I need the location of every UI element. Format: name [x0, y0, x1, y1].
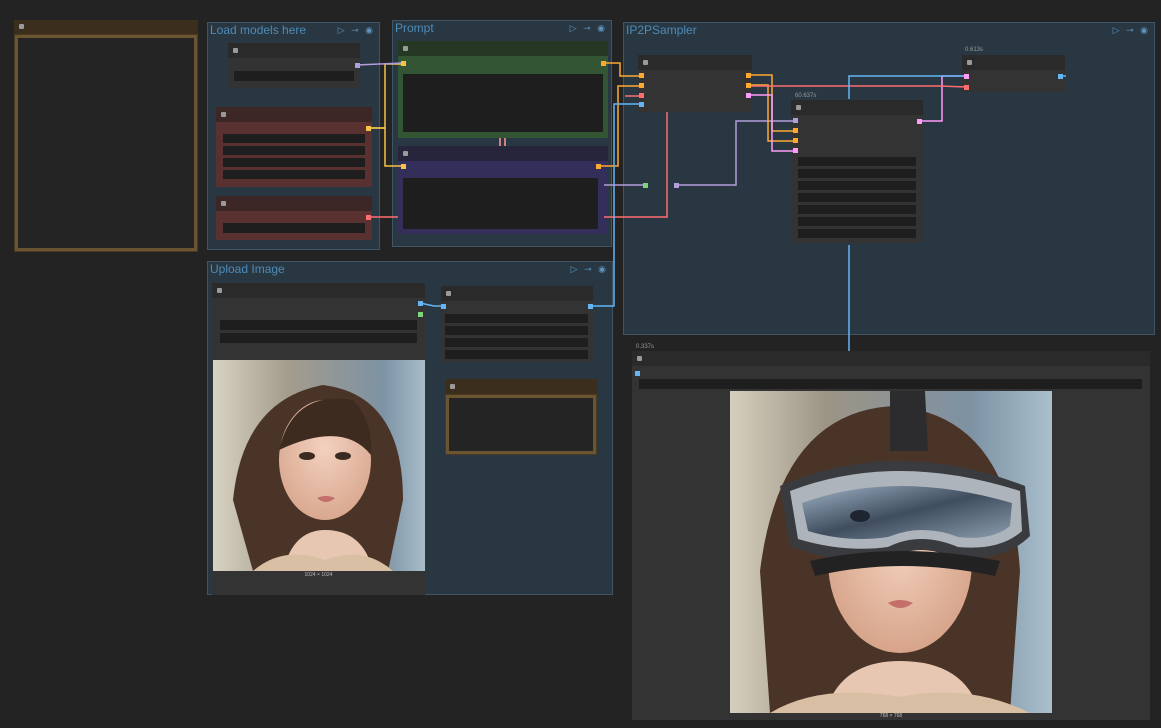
node-header[interactable] — [398, 146, 608, 161]
clip-loader-node[interactable] — [216, 107, 372, 187]
group-controls-icons[interactable]: ▷ ⊸ ◉ — [338, 25, 375, 35]
group-controls-icons[interactable]: ▷ ⊸ ◉ — [1113, 25, 1150, 35]
input-image-size-caption: 1024 × 1024 — [304, 572, 333, 578]
save-node-timing: 0.613s — [965, 47, 984, 53]
denoise-widget[interactable] — [798, 229, 916, 238]
group-title-ip2p-sampler: IP2PSampler — [626, 23, 697, 37]
negative-prompt-textarea[interactable] — [403, 178, 598, 229]
note-node[interactable] — [14, 20, 198, 252]
node-header[interactable] — [216, 107, 372, 122]
vae-loader-node[interactable] — [216, 196, 372, 240]
seed-widget[interactable] — [798, 157, 916, 166]
collapse-dot-icon[interactable] — [217, 288, 222, 293]
group-title-upload-image: Upload Image — [210, 262, 285, 276]
clip-widget-2[interactable] — [223, 146, 365, 155]
control-after-generate-widget[interactable] — [798, 169, 916, 178]
collapse-dot-icon[interactable] — [403, 151, 408, 156]
node-header[interactable] — [216, 196, 372, 211]
collapse-dot-icon[interactable] — [796, 105, 801, 110]
collapse-dot-icon[interactable] — [637, 356, 642, 361]
node-header[interactable] — [228, 43, 360, 58]
note-node-header[interactable] — [14, 20, 198, 34]
collapse-dot-icon[interactable] — [221, 112, 226, 117]
filename-prefix-widget[interactable] — [639, 379, 1142, 389]
output-image-size-caption: 768 × 768 — [879, 713, 903, 719]
sampler-node-timing: 60.637s — [795, 93, 817, 99]
checkpoint-name-widget[interactable] — [234, 71, 354, 81]
group-title-load-models: Load models here — [210, 23, 307, 37]
node-header[interactable] — [441, 286, 593, 301]
negative-prompt-node[interactable] — [398, 146, 608, 234]
group-controls-icons[interactable]: ▷ ⊸ ◉ — [571, 264, 608, 274]
collapse-dot-icon[interactable] — [967, 60, 972, 65]
image-filename-widget[interactable] — [220, 320, 417, 330]
scheduler-widget[interactable] — [798, 217, 916, 226]
collapse-dot-icon[interactable] — [450, 384, 455, 389]
node-header[interactable] — [638, 55, 752, 70]
node-header[interactable] — [398, 41, 608, 56]
resize-widget-1[interactable] — [445, 314, 588, 323]
upload-note-node[interactable] — [445, 379, 597, 455]
checkpoint-loader-node[interactable] — [228, 43, 360, 88]
input-portrait-image — [213, 360, 425, 571]
upload-button[interactable] — [220, 333, 417, 343]
preview-node-timing: 0.337s — [636, 344, 655, 350]
collapse-dot-icon[interactable] — [643, 60, 648, 65]
group-title-prompt: Prompt — [395, 21, 434, 35]
cfg-widget[interactable] — [798, 193, 916, 202]
collapse-dot-icon[interactable] — [233, 48, 238, 53]
clip-widget-4[interactable] — [223, 170, 365, 179]
resize-widget-4[interactable] — [445, 350, 588, 359]
image-resize-node[interactable] — [441, 286, 593, 362]
upload-note-frame[interactable] — [446, 395, 596, 454]
note-node-frame[interactable] — [15, 35, 197, 251]
positive-prompt-textarea[interactable] — [403, 74, 603, 132]
collapse-dot-icon[interactable] — [403, 46, 408, 51]
load-image-node[interactable]: 1024 × 1024 — [212, 283, 425, 595]
save-image-node[interactable]: 768 × 768 — [632, 351, 1150, 720]
node-header[interactable] — [791, 100, 923, 115]
collapse-dot-icon[interactable] — [221, 201, 226, 206]
sampler-name-widget[interactable] — [798, 205, 916, 214]
clip-widget-3[interactable] — [223, 158, 365, 167]
ip2p-conditioning-node[interactable] — [638, 55, 752, 112]
steps-widget[interactable] — [798, 181, 916, 190]
collapse-dot-icon[interactable] — [19, 24, 24, 29]
vae-decode-node[interactable] — [962, 55, 1065, 92]
node-header[interactable] — [212, 283, 425, 298]
clip-widget-1[interactable] — [223, 134, 365, 143]
resize-widget-3[interactable] — [445, 338, 588, 347]
node-header[interactable] — [445, 379, 597, 394]
resize-widget-2[interactable] — [445, 326, 588, 335]
positive-prompt-node[interactable] — [398, 41, 608, 138]
vae-widget[interactable] — [223, 223, 365, 233]
group-controls-icons[interactable]: ▷ ⊸ ◉ — [570, 23, 607, 33]
node-header[interactable] — [632, 351, 1150, 366]
output-vr-portrait-image — [730, 391, 1052, 713]
collapse-dot-icon[interactable] — [446, 291, 451, 296]
node-header[interactable] — [962, 55, 1065, 70]
ksampler-node[interactable] — [791, 100, 923, 243]
